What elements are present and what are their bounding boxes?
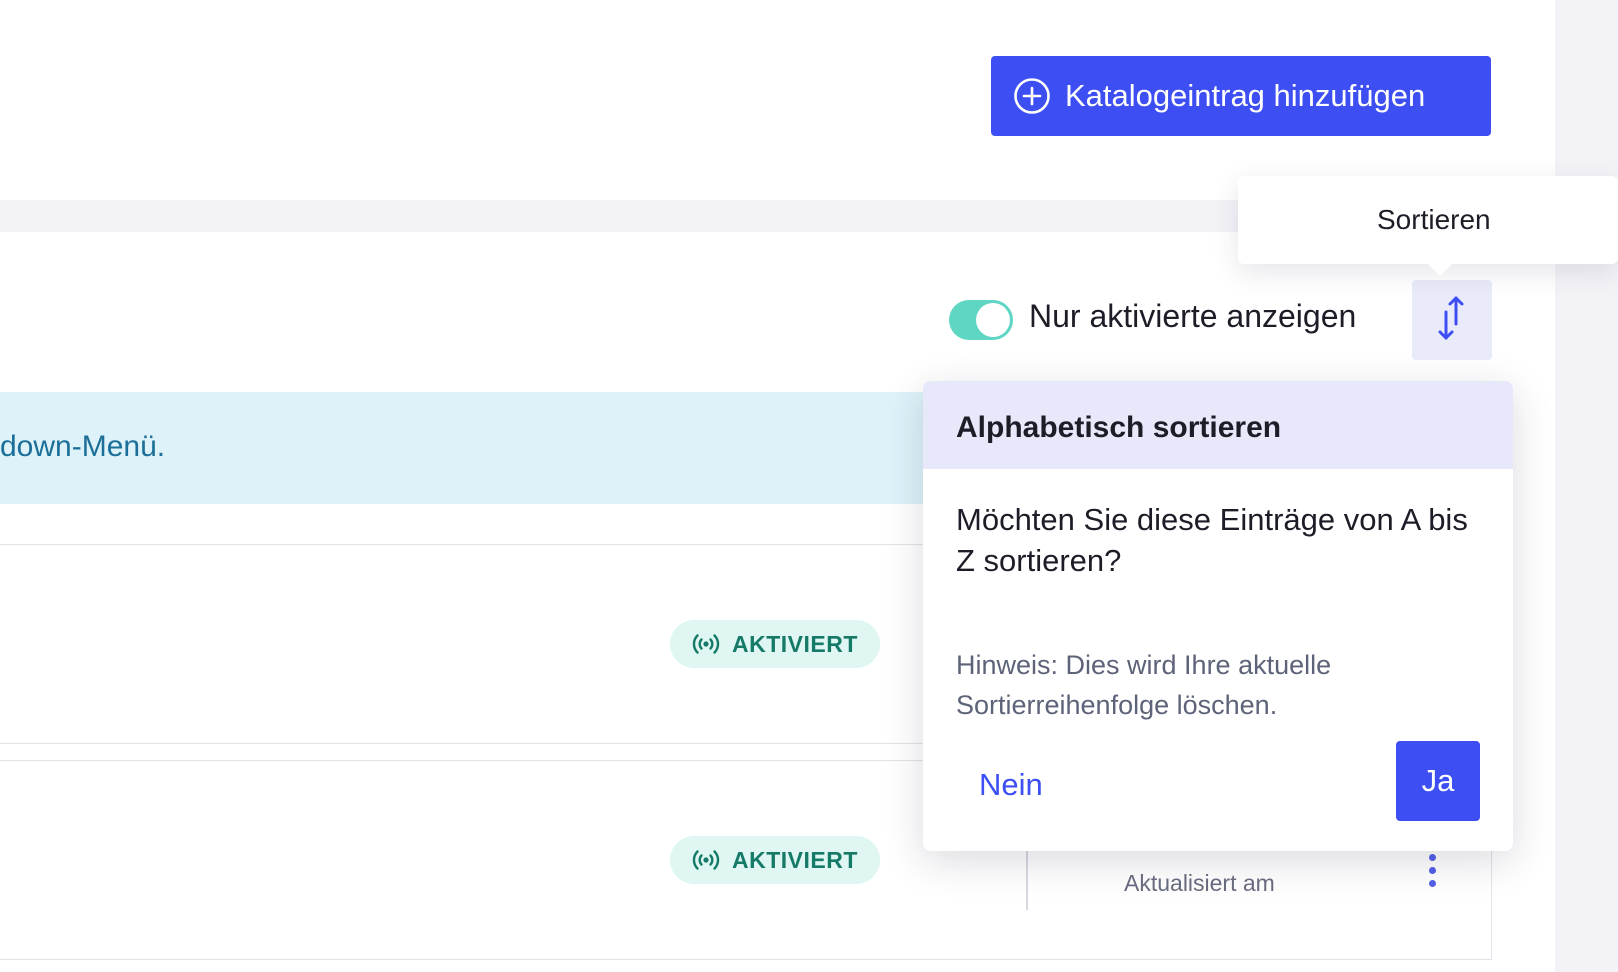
status-badge-label: AKTIVIERT xyxy=(732,846,858,873)
broadcast-icon xyxy=(692,632,720,656)
sort-confirm-popover: Alphabetisch sortieren Möchten Sie diese… xyxy=(923,381,1513,851)
sort-arrows-icon xyxy=(1435,294,1469,347)
sort-button[interactable] xyxy=(1412,280,1492,360)
popover-title: Alphabetisch sortieren xyxy=(956,411,1282,444)
tooltip-arrow xyxy=(1426,262,1454,276)
no-button[interactable]: Nein xyxy=(969,757,1053,813)
add-catalog-entry-button[interactable]: Katalogeintrag hinzufügen xyxy=(991,56,1491,136)
active-only-toggle[interactable] xyxy=(949,300,1013,340)
kebab-menu-icon[interactable] xyxy=(1420,854,1444,894)
add-catalog-entry-label: Katalogeintrag hinzufügen xyxy=(1065,78,1426,113)
active-only-label: Nur aktivierte anzeigen xyxy=(1029,298,1357,334)
status-badge-label: AKTIVIERT xyxy=(732,630,858,657)
plus-circle-icon xyxy=(1013,77,1051,115)
toggle-knob xyxy=(976,303,1010,337)
sort-tooltip-label: Sortieren xyxy=(1377,204,1491,235)
info-banner-text: down-Menü. xyxy=(0,430,166,463)
popover-hint: Hinweis: Dies wird Ihre aktuelle Sortier… xyxy=(956,650,1332,720)
popover-header: Alphabetisch sortieren xyxy=(923,381,1513,469)
sort-tooltip: Sortieren xyxy=(1238,176,1618,264)
broadcast-icon xyxy=(692,848,720,872)
updated-at-label: Aktualisiert am xyxy=(1124,870,1275,896)
status-badge: AKTIVIERT xyxy=(670,620,880,668)
popover-question: Möchten Sie diese Einträge von A bis Z s… xyxy=(956,502,1468,578)
status-badge: AKTIVIERT xyxy=(670,836,880,884)
info-banner: down-Menü. xyxy=(0,392,960,504)
yes-button[interactable]: Ja xyxy=(1396,741,1480,821)
